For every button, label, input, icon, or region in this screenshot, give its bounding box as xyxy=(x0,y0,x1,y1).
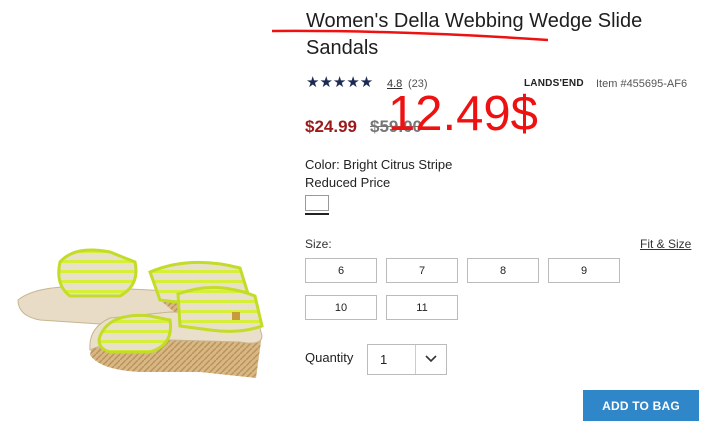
size-option-10[interactable]: 10 xyxy=(305,295,377,320)
selected-swatch-indicator xyxy=(305,213,329,215)
size-label: Size: xyxy=(305,237,332,251)
reduced-price-label: Reduced Price xyxy=(305,175,391,190)
size-option-9[interactable]: 9 xyxy=(548,258,620,283)
star-rating-icon: ★★★★★ xyxy=(306,74,374,91)
quantity-divider xyxy=(415,345,416,374)
size-option-6[interactable]: 6 xyxy=(305,258,377,283)
add-to-bag-button[interactable]: ADD TO BAG xyxy=(583,390,699,421)
size-option-8[interactable]: 8 xyxy=(467,258,539,283)
sandals-illustration xyxy=(17,248,264,378)
size-option-11[interactable]: 11 xyxy=(386,295,458,320)
size-option-7[interactable]: 7 xyxy=(386,258,458,283)
product-image xyxy=(0,0,300,421)
color-label: Color: Bright Citrus Stripe xyxy=(305,157,453,172)
quantity-label: Quantity xyxy=(305,350,354,365)
color-swatch[interactable] xyxy=(305,195,329,211)
annotation-price-note: 12.49$ xyxy=(388,87,538,141)
item-number: Item #455695-AF6 xyxy=(596,78,688,90)
sale-price: $24.99 xyxy=(305,117,357,136)
product-title: Women's Della Webbing Wedge Slide Sandal… xyxy=(306,10,643,59)
chevron-down-icon[interactable] xyxy=(425,354,437,364)
logo-tag xyxy=(232,312,240,320)
fit-size-link[interactable]: Fit & Size xyxy=(640,237,691,251)
quantity-select[interactable]: 1 xyxy=(367,344,447,375)
quantity-value: 1 xyxy=(380,352,388,367)
